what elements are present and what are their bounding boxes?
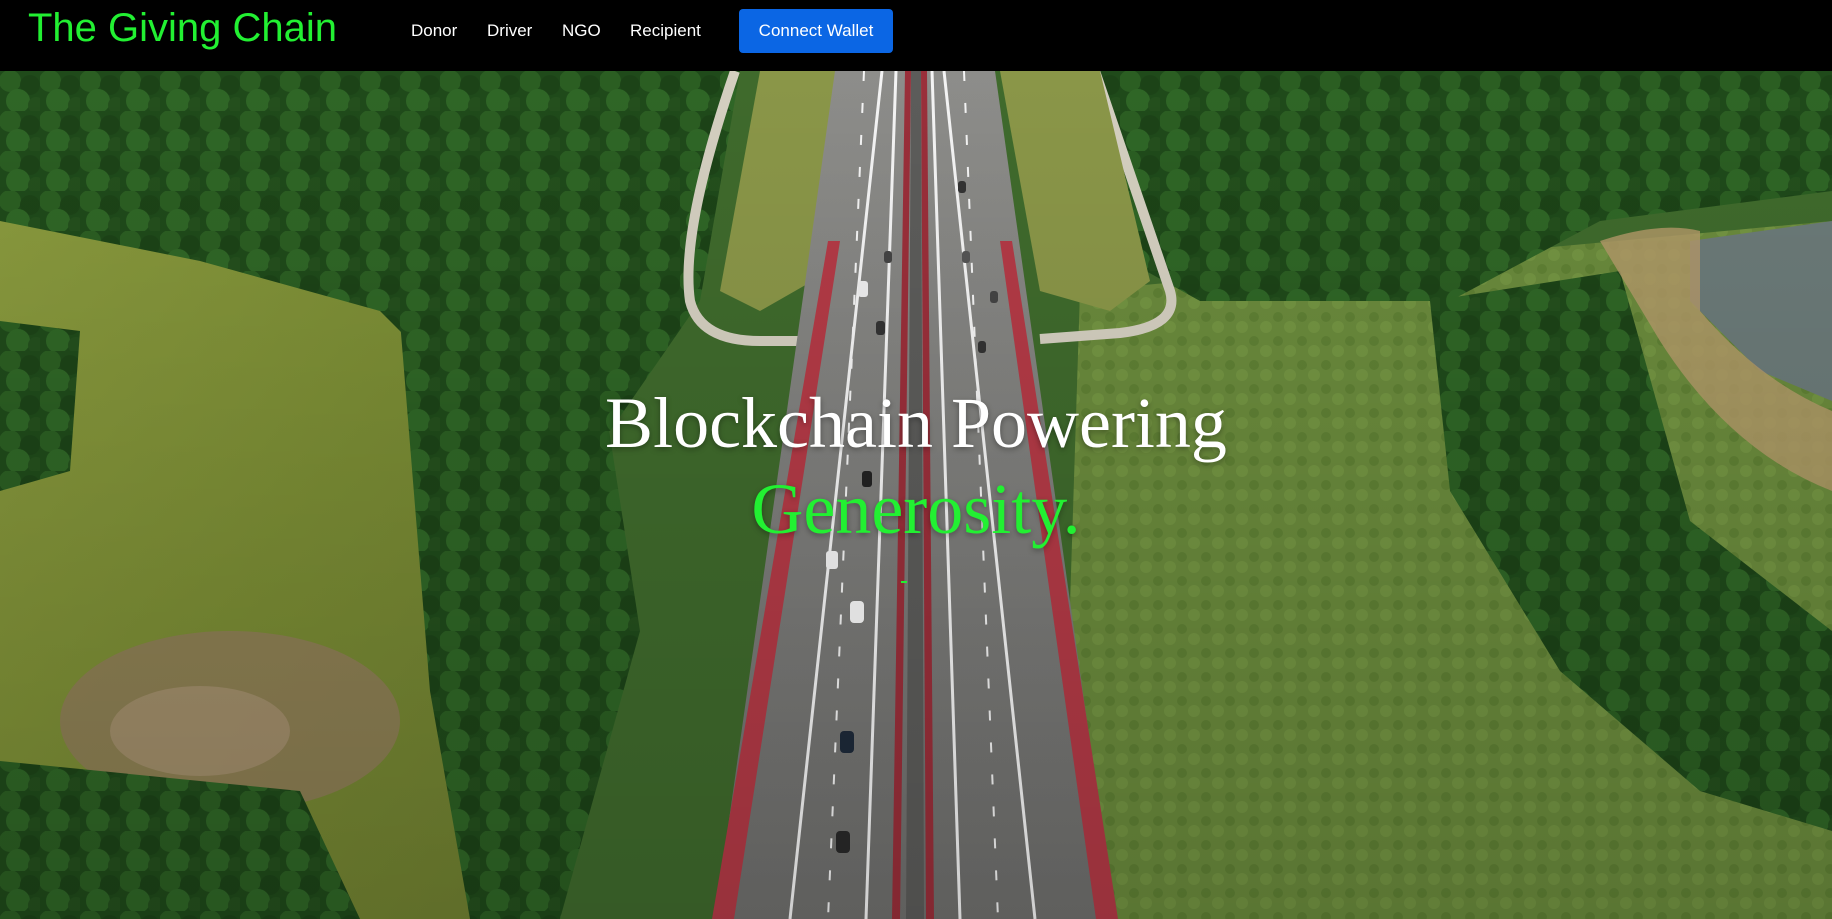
nav-link-recipient[interactable]: Recipient: [630, 20, 701, 42]
hero-section: Blockchain Powering Generosity.: [0, 71, 1832, 919]
brand-logo-link[interactable]: The Giving Chain: [28, 6, 337, 50]
nav-link-ngo[interactable]: NGO: [562, 20, 601, 42]
hero-headline-line2: Generosity.: [751, 469, 1081, 549]
connect-wallet-button[interactable]: Connect Wallet: [739, 9, 893, 53]
nav-link-driver[interactable]: Driver: [487, 20, 532, 42]
nav-link-donor[interactable]: Donor: [411, 20, 457, 42]
top-navbar: The Giving Chain Donor Driver NGO Recipi…: [0, 0, 1832, 71]
hero-headline-line1: Blockchain Powering: [605, 383, 1227, 463]
hero-cursor-mark: [901, 581, 907, 583]
